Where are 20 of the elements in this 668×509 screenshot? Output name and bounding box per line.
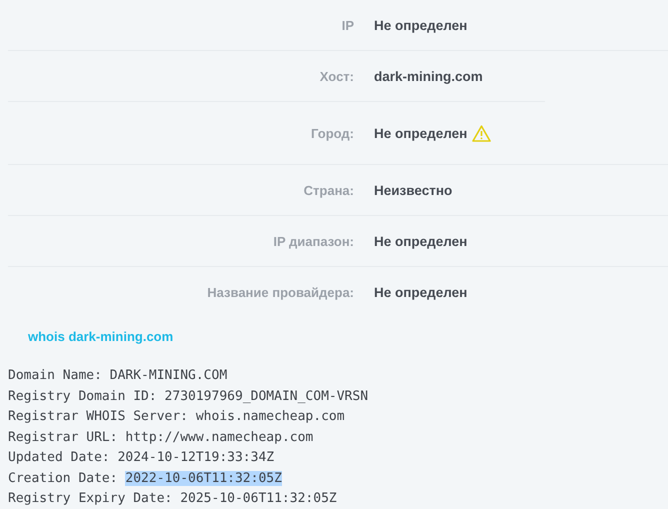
field-value: dark-mining.com [374, 68, 483, 84]
field-value: Не определен [374, 284, 468, 300]
whois-line: Creation Date: 2022-10-06T11:32:05Z [8, 470, 282, 486]
field-label: Страна: [302, 182, 354, 198]
field-value: Не определен [374, 234, 468, 248]
whois-line: Registrar URL: http://www.namecheap.com [8, 430, 314, 444]
field-label: IP диапазон: [272, 234, 354, 248]
whois-line: Domain Name: DARK-MINING.COM [8, 368, 228, 383]
field-label: IP [340, 18, 354, 32]
field-label: Название провайдера: [206, 284, 354, 300]
field-value: Неизвестно [374, 182, 452, 198]
whois-link[interactable]: whois dark-mining.com [28, 329, 174, 344]
whois-line: Registry Expiry Date: 2025-10-06T11:32:05Z [8, 491, 337, 506]
field-label: Город: [310, 126, 354, 140]
field-label: Хост: [318, 68, 354, 84]
whois-line: Registry Domain ID: 2730197969_DOMAIN_COM-VRSN [8, 388, 368, 404]
field-value: Не определен [374, 126, 468, 140]
whois-line: Updated Date: 2024-10-12T19:33:34Z [8, 450, 274, 465]
field-value: Не определен [374, 18, 468, 32]
whois-line: Registrar WHOIS Server: whois.namecheap.com [8, 409, 345, 424]
